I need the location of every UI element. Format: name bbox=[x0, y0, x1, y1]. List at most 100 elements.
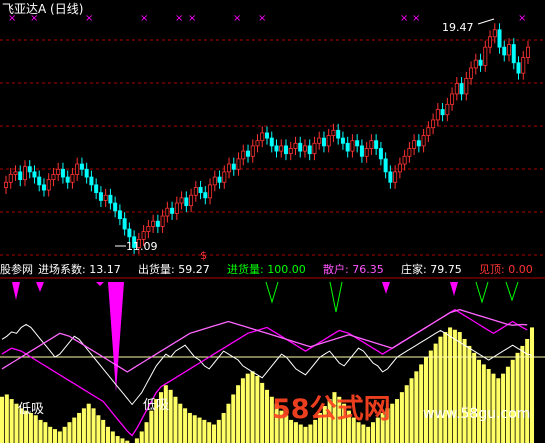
candle-body bbox=[407, 148, 412, 157]
candle-body bbox=[321, 137, 326, 147]
candle-body bbox=[364, 148, 369, 157]
volume-bar bbox=[149, 410, 154, 443]
candle-body bbox=[511, 44, 516, 64]
volume-bar bbox=[57, 431, 62, 443]
candle-body bbox=[397, 163, 402, 173]
candle-body bbox=[241, 150, 246, 160]
candle-body bbox=[60, 168, 65, 178]
candle-body bbox=[165, 207, 170, 217]
candle-body bbox=[250, 145, 255, 157]
volume-bar bbox=[399, 392, 404, 443]
low-price-label: 11.09 bbox=[126, 240, 158, 253]
volume-bar bbox=[168, 389, 173, 443]
candle-body bbox=[260, 132, 265, 142]
indicator-item: 进货量: 100.00 bbox=[227, 262, 306, 276]
volume-bar bbox=[231, 394, 236, 443]
volume-bar bbox=[356, 422, 361, 443]
candle-body bbox=[89, 176, 94, 186]
candle-body bbox=[70, 174, 75, 183]
volume-bar bbox=[240, 378, 245, 443]
volume-bar bbox=[366, 426, 371, 443]
volume-bar bbox=[91, 408, 96, 443]
candle-body bbox=[383, 158, 388, 173]
candle-body bbox=[222, 171, 227, 183]
volume-bar bbox=[245, 373, 250, 443]
volume-bar bbox=[476, 359, 482, 443]
volume-bar bbox=[0, 396, 5, 443]
candle-body bbox=[445, 103, 450, 116]
volume-bar bbox=[520, 345, 525, 443]
volume-bar bbox=[308, 424, 313, 443]
candle-body bbox=[307, 145, 312, 155]
volume-bar bbox=[211, 424, 217, 443]
volume-bar bbox=[452, 329, 457, 443]
candle-body bbox=[359, 145, 364, 157]
volume-bar bbox=[505, 366, 510, 443]
candle-body bbox=[469, 67, 474, 79]
volume-bar bbox=[183, 408, 188, 443]
candle-body bbox=[113, 202, 118, 212]
candle-body bbox=[198, 187, 203, 194]
volume-bar bbox=[260, 382, 265, 443]
candle-body bbox=[155, 220, 160, 227]
chart-title: 飞亚达A (日线) bbox=[2, 2, 83, 16]
candle-body bbox=[526, 46, 531, 58]
volume-bar bbox=[448, 327, 453, 443]
candle-body bbox=[336, 129, 341, 139]
volume-bar bbox=[395, 399, 400, 443]
candle-body bbox=[279, 145, 284, 152]
candle-body bbox=[283, 145, 288, 155]
volume-bar bbox=[72, 417, 77, 443]
candle-body bbox=[317, 137, 322, 144]
volume-bar bbox=[481, 364, 486, 443]
volume-bar bbox=[110, 431, 115, 443]
candle-body bbox=[236, 158, 241, 170]
x-signal-marker: × bbox=[188, 13, 196, 24]
volume-bar bbox=[178, 403, 183, 443]
candle-body bbox=[117, 210, 122, 220]
candle-body bbox=[193, 187, 198, 196]
candle-body bbox=[293, 142, 298, 149]
candle-body bbox=[355, 140, 360, 147]
volume-bar bbox=[9, 399, 14, 443]
candle-body bbox=[75, 163, 80, 175]
candle-body bbox=[350, 140, 355, 152]
x-signal-marker: × bbox=[518, 13, 526, 24]
candle-body bbox=[246, 150, 251, 157]
buy-signal-label-1: 低吸 bbox=[18, 402, 44, 417]
x-signal-marker: × bbox=[140, 13, 148, 24]
candle-body bbox=[151, 220, 156, 227]
candle-body bbox=[122, 218, 127, 230]
candle-body bbox=[51, 174, 56, 181]
candle-body bbox=[227, 163, 232, 173]
volume-bar bbox=[443, 332, 448, 443]
candle-body bbox=[374, 140, 379, 149]
volume-bar bbox=[419, 364, 424, 443]
volume-bar bbox=[192, 415, 197, 443]
volume-bar bbox=[43, 422, 48, 443]
volume-bar bbox=[370, 422, 376, 443]
volume-bar bbox=[173, 396, 178, 443]
indicator-item: 进场系数: 13.17 bbox=[38, 262, 121, 276]
volume-bar bbox=[62, 426, 67, 443]
volume-bar bbox=[52, 429, 58, 443]
x-signal-marker: × bbox=[400, 13, 408, 24]
candle-body bbox=[340, 137, 345, 144]
indicator-item: 庄家: 79.75 bbox=[401, 262, 462, 276]
candle-body bbox=[160, 215, 165, 227]
indicator-item: 出货量: 59.27 bbox=[138, 262, 210, 276]
volume-bar bbox=[438, 336, 443, 443]
x-signal-marker: × bbox=[175, 13, 183, 24]
volume-bar bbox=[202, 419, 207, 443]
candle-body bbox=[108, 194, 113, 204]
candle-body bbox=[203, 192, 208, 199]
watermark-url: www.58gu.com bbox=[423, 406, 530, 422]
candle-body bbox=[32, 171, 37, 178]
candle-body bbox=[269, 137, 274, 147]
volume-bar bbox=[33, 415, 38, 443]
candle-body bbox=[103, 194, 108, 201]
candle-body bbox=[56, 168, 61, 175]
volume-bar bbox=[28, 412, 33, 443]
candle-body bbox=[312, 142, 317, 155]
candle-body bbox=[412, 140, 417, 149]
